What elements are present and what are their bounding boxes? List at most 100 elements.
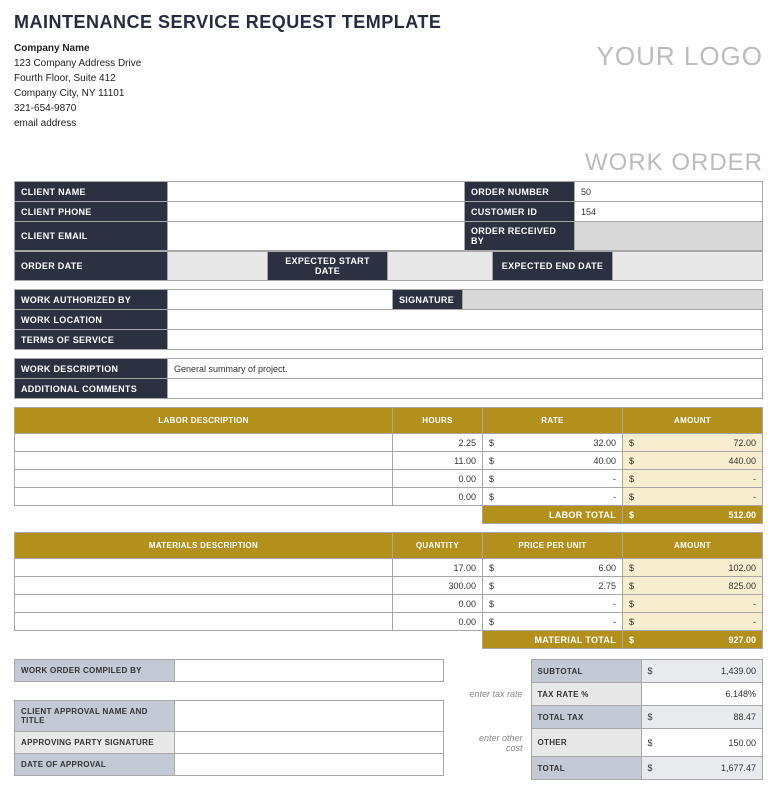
bottom-region: WORK ORDER COMPILED BY CLIENT APPROVAL N… [14,659,763,780]
material-price[interactable]: $- [483,613,623,631]
company-phone: 321-654-9870 [14,101,141,116]
labor-hours[interactable]: 2.25 [393,434,483,452]
labor-header-desc: LABOR DESCRIPTION [15,408,393,434]
labor-header-amount: AMOUNT [623,408,763,434]
field-client-approval[interactable] [175,701,444,732]
labor-total-value: $512.00 [623,506,763,524]
material-price[interactable]: $- [483,595,623,613]
label-order-received-by: ORDER RECEIVED BY [465,222,575,251]
label-total-tax: TOTAL TAX [531,706,641,729]
field-order-date[interactable] [168,252,268,281]
material-total-value: $927.00 [623,631,763,649]
dates-grid: ORDER DATE EXPECTED START DATE EXPECTED … [14,251,763,281]
page-title: MAINTENANCE SERVICE REQUEST TEMPLATE [14,12,763,33]
field-order-received-by[interactable] [575,222,763,251]
labor-rate[interactable]: $- [483,488,623,506]
work-order-heading: WORK ORDER [14,149,763,177]
material-desc-cell[interactable] [15,577,393,595]
labor-desc-cell[interactable] [15,452,393,470]
labor-hours[interactable]: 0.00 [393,488,483,506]
material-price[interactable]: $2.75 [483,577,623,595]
label-work-location: WORK LOCATION [15,310,168,330]
label-compiled-by: WORK ORDER COMPILED BY [15,660,175,682]
field-expected-end[interactable] [613,252,763,281]
material-desc-cell[interactable] [15,559,393,577]
labor-rate[interactable]: $32.00 [483,434,623,452]
value-tax-rate[interactable]: 6.148% [641,683,763,706]
labor-table: LABOR DESCRIPTION HOURS RATE AMOUNT 2.25… [14,407,763,524]
label-order-date: ORDER DATE [15,252,168,281]
company-addr1: 123 Company Address Drive [14,56,141,71]
labor-amount: $- [623,470,763,488]
hint-enter-other: enter other cost [456,729,531,757]
field-customer-id[interactable]: 154 [575,202,763,222]
labor-amount: $440.00 [623,452,763,470]
field-expected-start[interactable] [388,252,493,281]
header-row: Company Name 123 Company Address Drive F… [14,41,763,131]
field-compiled-by[interactable] [175,660,444,682]
labor-desc-cell[interactable] [15,470,393,488]
field-add-comments[interactable] [168,379,763,399]
materials-header-desc: MATERIALS DESCRIPTION [15,533,393,559]
materials-header-amount: AMOUNT [623,533,763,559]
label-subtotal: SUBTOTAL [531,660,641,683]
field-order-number[interactable]: 50 [575,182,763,202]
labor-desc-cell[interactable] [15,434,393,452]
field-work-auth[interactable] [168,290,393,310]
label-client-phone: CLIENT PHONE [15,202,168,222]
field-client-phone[interactable] [168,202,465,222]
labor-desc-cell[interactable] [15,488,393,506]
material-amount: $- [623,595,763,613]
field-client-name[interactable] [168,182,465,202]
value-total: $1,677.47 [641,757,763,780]
company-addr2: Fourth Floor, Suite 412 [14,71,141,86]
material-price[interactable]: $6.00 [483,559,623,577]
auth-grid: WORK AUTHORIZED BY SIGNATURE WORK LOCATI… [14,289,763,350]
logo-placeholder: YOUR LOGO [597,41,763,72]
value-other[interactable]: $150.00 [641,729,763,757]
label-client-name: CLIENT NAME [15,182,168,202]
hint-enter-tax: enter tax rate [456,683,531,706]
label-expected-end: EXPECTED END DATE [493,252,613,281]
label-expected-start: EXPECTED START DATE [268,252,388,281]
labor-header-rate: RATE [483,408,623,434]
company-name: Company Name [14,41,141,56]
labor-header-hours: HOURS [393,408,483,434]
materials-header-qty: QUANTITY [393,533,483,559]
approval-block: WORK ORDER COMPILED BY CLIENT APPROVAL N… [14,659,444,776]
material-qty[interactable]: 300.00 [393,577,483,595]
label-tax-rate: TAX RATE % [531,683,641,706]
field-date-approval[interactable] [175,754,444,776]
material-amount: $- [623,613,763,631]
value-subtotal: $1,439.00 [641,660,763,683]
material-qty[interactable]: 0.00 [393,613,483,631]
field-work-location[interactable] [168,310,763,330]
material-qty[interactable]: 0.00 [393,595,483,613]
summary-table: SUBTOTAL $1,439.00 enter tax rate TAX RA… [456,659,763,780]
field-client-email[interactable] [168,222,465,251]
material-qty[interactable]: 17.00 [393,559,483,577]
label-customer-id: CUSTOMER ID [465,202,575,222]
labor-rate[interactable]: $40.00 [483,452,623,470]
field-signature[interactable] [463,290,763,310]
field-approving-sig[interactable] [175,732,444,754]
label-client-approval: CLIENT APPROVAL NAME AND TITLE [15,701,175,732]
description-grid: WORK DESCRIPTION General summary of proj… [14,358,763,399]
material-desc-cell[interactable] [15,595,393,613]
labor-hours[interactable]: 11.00 [393,452,483,470]
client-order-grid: CLIENT NAME ORDER NUMBER 50 CLIENT PHONE… [14,181,763,251]
label-work-auth: WORK AUTHORIZED BY [15,290,168,310]
material-amount: $825.00 [623,577,763,595]
company-info: Company Name 123 Company Address Drive F… [14,41,141,131]
labor-amount: $72.00 [623,434,763,452]
label-client-email: CLIENT EMAIL [15,222,168,251]
label-order-number: ORDER NUMBER [465,182,575,202]
field-terms[interactable] [168,330,763,350]
label-other: OTHER [531,729,641,757]
material-desc-cell[interactable] [15,613,393,631]
field-work-desc[interactable]: General summary of project. [168,359,763,379]
label-signature: SIGNATURE [393,290,463,310]
labor-rate[interactable]: $- [483,470,623,488]
label-total: TOTAL [531,757,641,780]
labor-hours[interactable]: 0.00 [393,470,483,488]
